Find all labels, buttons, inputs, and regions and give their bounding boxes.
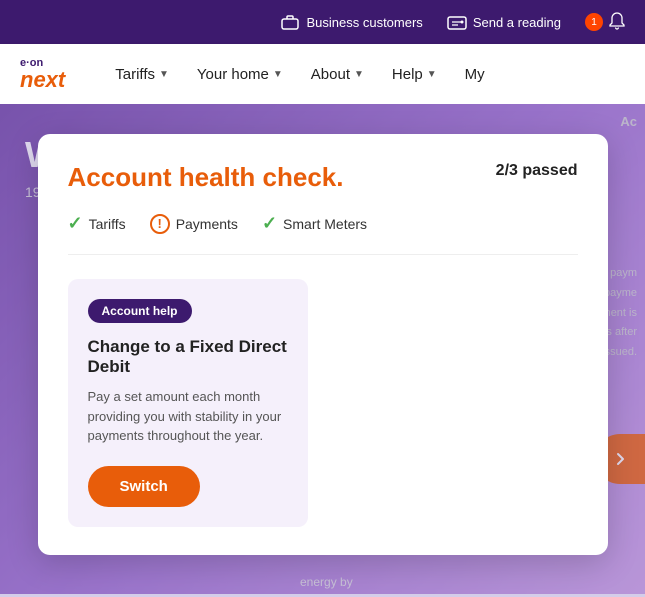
- tariffs-check-label: Tariffs: [89, 216, 126, 232]
- health-check-modal: Account health check. 2/3 passed ✓ Tarif…: [38, 134, 608, 555]
- tariffs-nav-item[interactable]: Tariffs ▼: [105, 58, 179, 91]
- your-home-nav-item[interactable]: Your home ▼: [187, 58, 293, 91]
- card-body: Pay a set amount each month providing yo…: [88, 387, 288, 446]
- modal-passed: 2/3 passed: [496, 162, 578, 180]
- help-chevron-icon: ▼: [427, 69, 437, 80]
- smart-meters-check-label: Smart Meters: [283, 216, 367, 232]
- my-label: My: [465, 66, 485, 83]
- meter-icon: [447, 12, 467, 32]
- about-nav-item[interactable]: About ▼: [301, 58, 374, 91]
- account-help-badge: Account help: [88, 299, 192, 323]
- business-customers-label: Business customers: [306, 15, 422, 30]
- smart-meters-check-icon: ✓: [262, 213, 277, 234]
- modal-overlay: Account health check. 2/3 passed ✓ Tarif…: [0, 104, 645, 597]
- eon-next-logo: e·on next: [20, 58, 65, 91]
- your-home-label: Your home: [197, 66, 269, 83]
- tariffs-check: ✓ Tariffs: [68, 213, 126, 234]
- your-home-chevron-icon: ▼: [273, 69, 283, 80]
- modal-title: Account health check.: [68, 162, 344, 193]
- tariffs-check-icon: ✓: [68, 213, 83, 234]
- main-nav: e·on next Tariffs ▼ Your home ▼ About ▼ …: [0, 44, 645, 104]
- payments-check-label: Payments: [176, 216, 238, 232]
- modal-checks: ✓ Tariffs ! Payments ✓ Smart Meters: [68, 213, 578, 255]
- send-reading-link[interactable]: Send a reading: [447, 12, 561, 32]
- switch-button[interactable]: Switch: [88, 466, 200, 507]
- tariffs-label: Tariffs: [115, 66, 155, 83]
- tariffs-chevron-icon: ▼: [159, 69, 169, 80]
- my-nav-item[interactable]: My: [455, 58, 495, 91]
- card-title: Change to a Fixed Direct Debit: [88, 337, 288, 377]
- about-chevron-icon: ▼: [354, 69, 364, 80]
- payments-check: ! Payments: [150, 214, 238, 234]
- briefcase-icon: [280, 12, 300, 32]
- payments-check-icon: !: [150, 214, 170, 234]
- logo-next-text: next: [20, 69, 65, 91]
- notification-badge: 1: [585, 13, 603, 31]
- notification-bell[interactable]: 1: [585, 12, 625, 33]
- help-label: Help: [392, 66, 423, 83]
- about-label: About: [311, 66, 350, 83]
- bell-icon: [609, 12, 625, 33]
- smart-meters-check: ✓ Smart Meters: [262, 213, 367, 234]
- modal-header: Account health check. 2/3 passed: [68, 162, 578, 193]
- business-customers-link[interactable]: Business customers: [280, 12, 422, 32]
- help-nav-item[interactable]: Help ▼: [382, 58, 447, 91]
- top-bar: Business customers Send a reading 1: [0, 0, 645, 44]
- send-reading-label: Send a reading: [473, 15, 561, 30]
- nav-items: Tariffs ▼ Your home ▼ About ▼ Help ▼ My: [105, 58, 625, 91]
- account-help-card: Account help Change to a Fixed Direct De…: [68, 279, 308, 527]
